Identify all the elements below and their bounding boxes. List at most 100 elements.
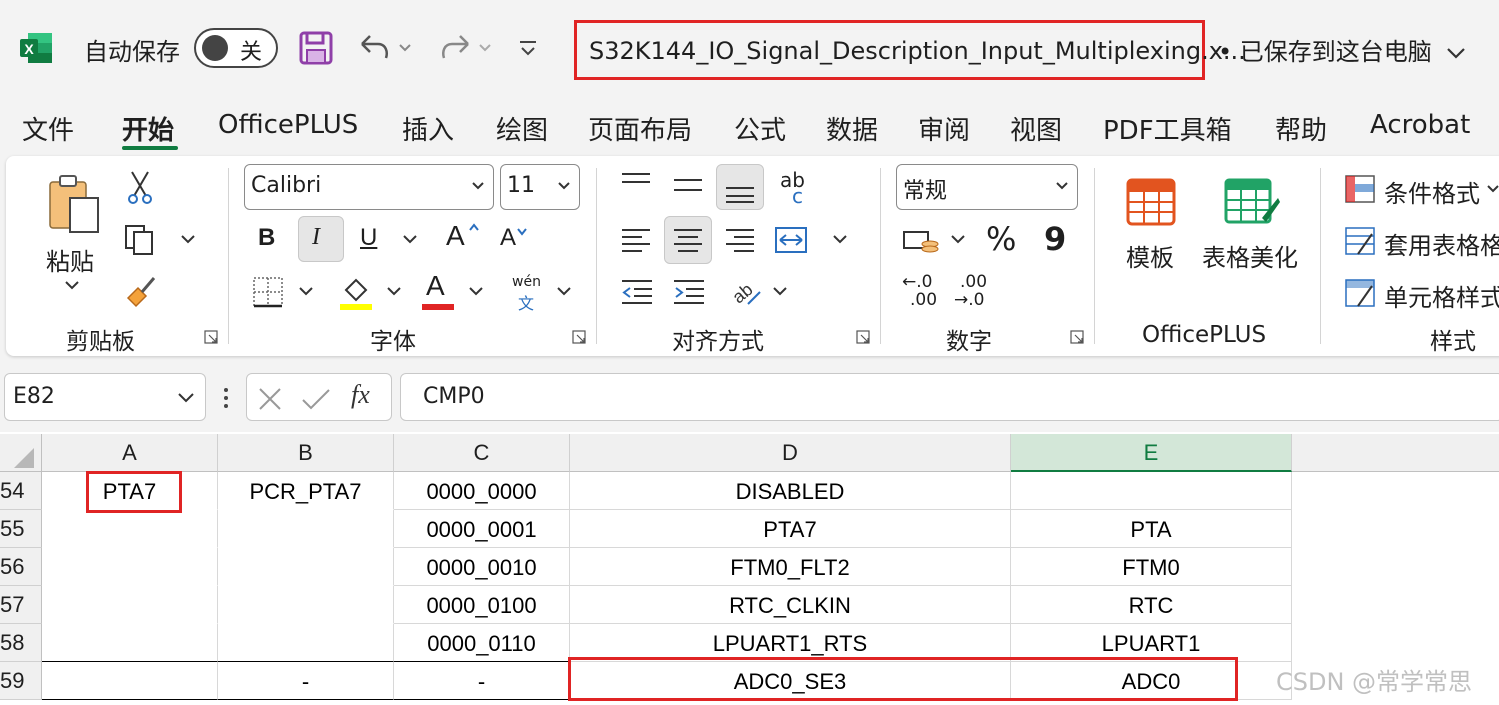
cell-a57[interactable] xyxy=(42,586,218,624)
dialog-launcher-icon[interactable] xyxy=(204,330,218,344)
cell-d55[interactable]: PTA7 xyxy=(570,510,1011,548)
dialog-launcher-icon[interactable] xyxy=(856,330,870,344)
conditional-format-icon[interactable] xyxy=(1344,174,1376,204)
name-box[interactable]: E82 xyxy=(4,373,206,421)
align-middle-icon[interactable] xyxy=(672,174,704,198)
cell-b58[interactable] xyxy=(218,624,394,662)
chevron-down-icon[interactable] xyxy=(402,234,418,246)
decrease-decimal-top[interactable]: .00 xyxy=(960,272,987,292)
decrease-indent-icon[interactable] xyxy=(620,278,654,306)
cell-e59[interactable]: ADC0 xyxy=(1011,662,1292,700)
copy-icon[interactable] xyxy=(122,222,158,258)
chevron-down-icon[interactable] xyxy=(832,234,848,246)
align-right-icon[interactable] xyxy=(724,226,756,254)
orientation-icon[interactable]: ab xyxy=(728,274,764,308)
align-center-icon[interactable] xyxy=(672,226,704,254)
cell-d56[interactable]: FTM0_FLT2 xyxy=(570,548,1011,586)
number-format-combo[interactable]: 常规 xyxy=(896,164,1078,210)
paste-label[interactable]: 粘贴 xyxy=(46,242,94,277)
merge-center-icon[interactable] xyxy=(774,224,808,256)
font-color-button[interactable]: A xyxy=(426,270,445,302)
customize-toolbar-icon[interactable] xyxy=(516,34,540,62)
cell-e54[interactable] xyxy=(1011,472,1292,510)
cell-b54[interactable]: PCR_PTA7 xyxy=(218,472,394,510)
row-header[interactable]: 55 xyxy=(0,510,42,548)
underline-button[interactable]: U xyxy=(360,224,377,252)
cell-a54[interactable]: PTA7 xyxy=(42,472,218,510)
cut-icon[interactable] xyxy=(126,170,154,206)
bold-button[interactable]: B xyxy=(258,224,275,252)
cell-b57[interactable] xyxy=(218,586,394,624)
cell-c58[interactable]: 0000_0110 xyxy=(394,624,570,662)
cell-a58[interactable] xyxy=(42,624,218,662)
tab-file[interactable]: 文件 xyxy=(22,110,74,147)
cell-c59[interactable]: - xyxy=(394,662,570,700)
cell-d57[interactable]: RTC_CLKIN xyxy=(570,586,1011,624)
chevron-down-icon[interactable] xyxy=(468,286,484,298)
decrease-font-button[interactable]: A xyxy=(500,224,516,252)
align-top-icon[interactable] xyxy=(620,172,652,196)
table-beautify-label[interactable]: 表格美化 xyxy=(1202,238,1298,273)
align-bottom-icon[interactable] xyxy=(724,176,756,204)
currency-icon[interactable] xyxy=(902,226,940,256)
enter-check-icon[interactable] xyxy=(301,386,331,412)
column-header-c[interactable]: C xyxy=(394,434,570,472)
tab-view[interactable]: 视图 xyxy=(1010,110,1062,147)
increase-indent-icon[interactable] xyxy=(672,278,706,306)
tab-data[interactable]: 数据 xyxy=(826,110,878,147)
font-name-combo[interactable]: Calibri xyxy=(244,164,494,210)
increase-decimal-top[interactable]: ←.0 xyxy=(902,272,932,292)
column-header-b[interactable]: B xyxy=(218,434,394,472)
cancel-icon[interactable] xyxy=(257,386,283,412)
cell-styles-label[interactable]: 单元格样式 xyxy=(1384,278,1499,313)
cell-d59[interactable]: ADC0_SE3 xyxy=(570,662,1011,700)
chevron-down-icon[interactable] xyxy=(180,234,196,246)
table-beautify-icon[interactable] xyxy=(1222,176,1282,228)
cell-styles-icon[interactable] xyxy=(1344,278,1376,308)
cell-c55[interactable]: 0000_0001 xyxy=(394,510,570,548)
row-header[interactable]: 58 xyxy=(0,624,42,662)
percent-style-button[interactable]: % xyxy=(986,220,1016,258)
cell-b56[interactable] xyxy=(218,548,394,586)
tab-officeplus[interactable]: OfficePLUS xyxy=(218,110,358,140)
autosave-toggle[interactable]: 关 xyxy=(194,28,278,68)
align-left-icon[interactable] xyxy=(620,226,652,254)
tab-insert[interactable]: 插入 xyxy=(402,110,454,147)
chevron-down-icon[interactable] xyxy=(1486,184,1499,194)
tab-review[interactable]: 审阅 xyxy=(918,110,970,147)
chevron-down-icon[interactable] xyxy=(556,286,572,298)
column-header-f[interactable] xyxy=(1292,434,1499,472)
row-header[interactable]: 57 xyxy=(0,586,42,624)
dialog-launcher-icon[interactable] xyxy=(572,330,586,344)
paste-icon[interactable] xyxy=(44,172,104,236)
row-header[interactable]: 59 xyxy=(0,662,42,700)
column-header-d[interactable]: D xyxy=(570,434,1011,472)
format-as-table-label[interactable]: 套用表格格 xyxy=(1384,226,1499,261)
cell-c57[interactable]: 0000_0100 xyxy=(394,586,570,624)
chevron-down-icon[interactable] xyxy=(298,286,314,298)
cell-e58[interactable]: LPUART1 xyxy=(1011,624,1292,662)
font-size-combo[interactable]: 11 xyxy=(500,164,580,210)
insert-function-button[interactable]: fx xyxy=(351,380,370,410)
borders-icon[interactable] xyxy=(252,276,284,308)
formula-input[interactable]: CMP0 xyxy=(400,373,1499,421)
conditional-format-label[interactable]: 条件格式 xyxy=(1384,174,1480,209)
cell-a55[interactable] xyxy=(42,510,218,548)
tab-help[interactable]: 帮助 xyxy=(1275,110,1327,147)
cell-a56[interactable] xyxy=(42,548,218,586)
comma-style-button[interactable]: 9 xyxy=(1044,220,1066,258)
save-status[interactable]: • 已保存到这台电脑 xyxy=(1218,32,1467,67)
phonetic-top[interactable]: wén xyxy=(512,274,541,290)
cell-e57[interactable]: RTC xyxy=(1011,586,1292,624)
format-as-table-icon[interactable] xyxy=(1344,226,1376,256)
template-label[interactable]: 模板 xyxy=(1126,238,1174,273)
cell-b59[interactable]: - xyxy=(218,662,394,700)
document-title-box[interactable]: S32K144_IO_Signal_Description_Input_Mult… xyxy=(574,20,1246,80)
redo-icon[interactable] xyxy=(434,30,494,66)
more-options-icon[interactable] xyxy=(220,384,232,412)
dialog-launcher-icon[interactable] xyxy=(1070,330,1084,344)
italic-button[interactable]: I xyxy=(312,224,320,251)
column-header-e[interactable]: E xyxy=(1011,434,1292,472)
row-header[interactable]: 54 xyxy=(0,472,42,510)
cell-c54[interactable]: 0000_0000 xyxy=(394,472,570,510)
